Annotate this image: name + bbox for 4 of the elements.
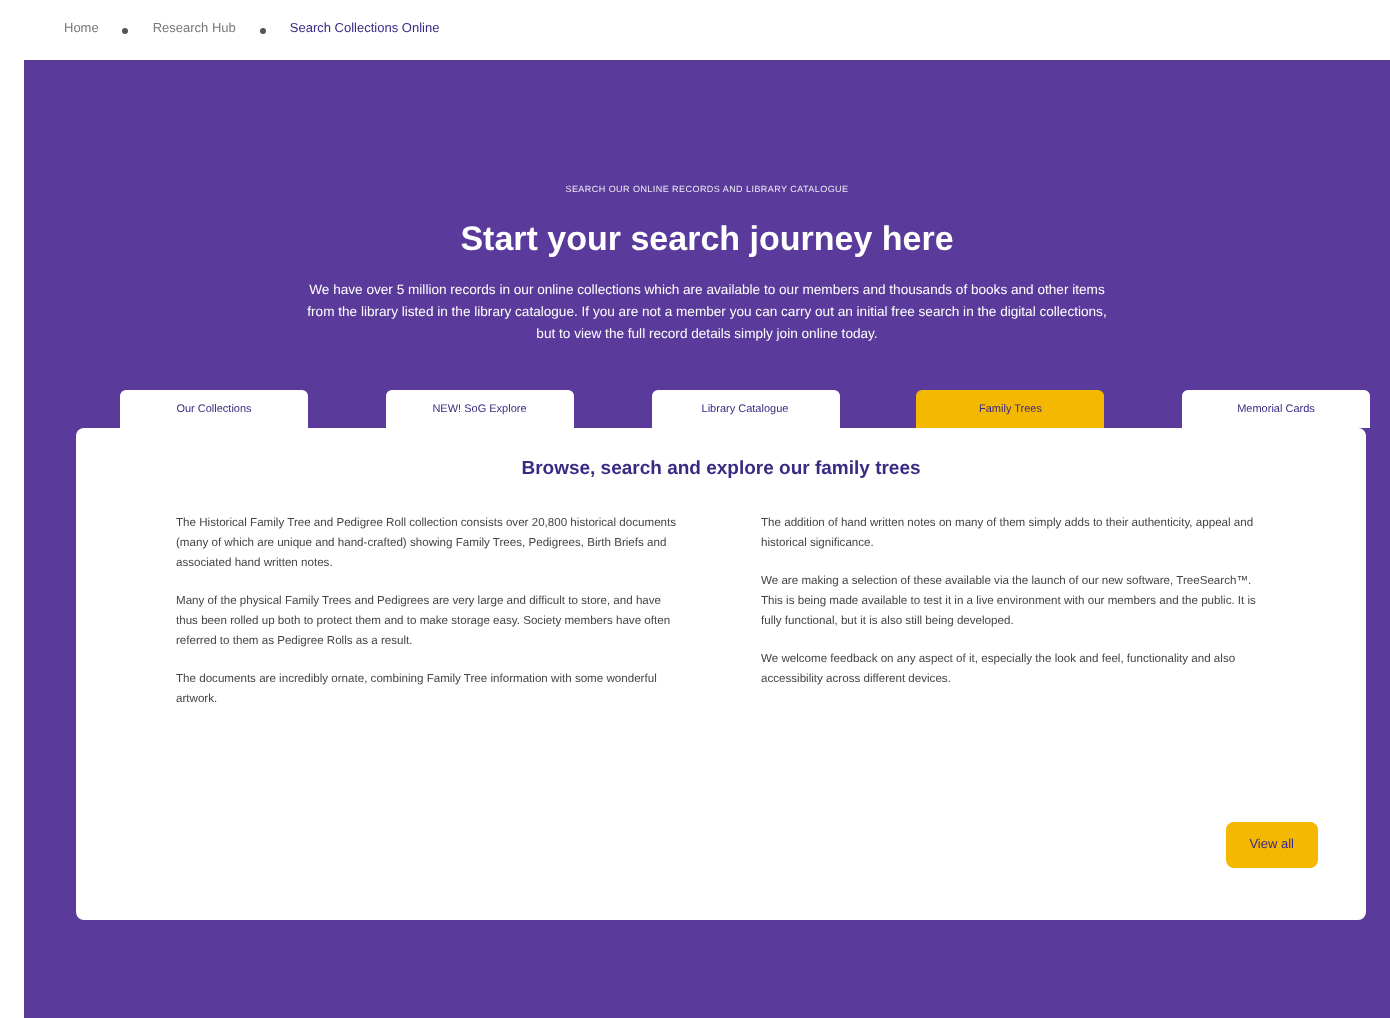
panel-heading: Browse, search and explore our family trees: [519, 456, 923, 485]
breadcrumb-separator-icon: [122, 27, 129, 33]
hero-title: Start your search journey here: [460, 217, 954, 262]
breadcrumb-separator-icon: [259, 27, 266, 33]
